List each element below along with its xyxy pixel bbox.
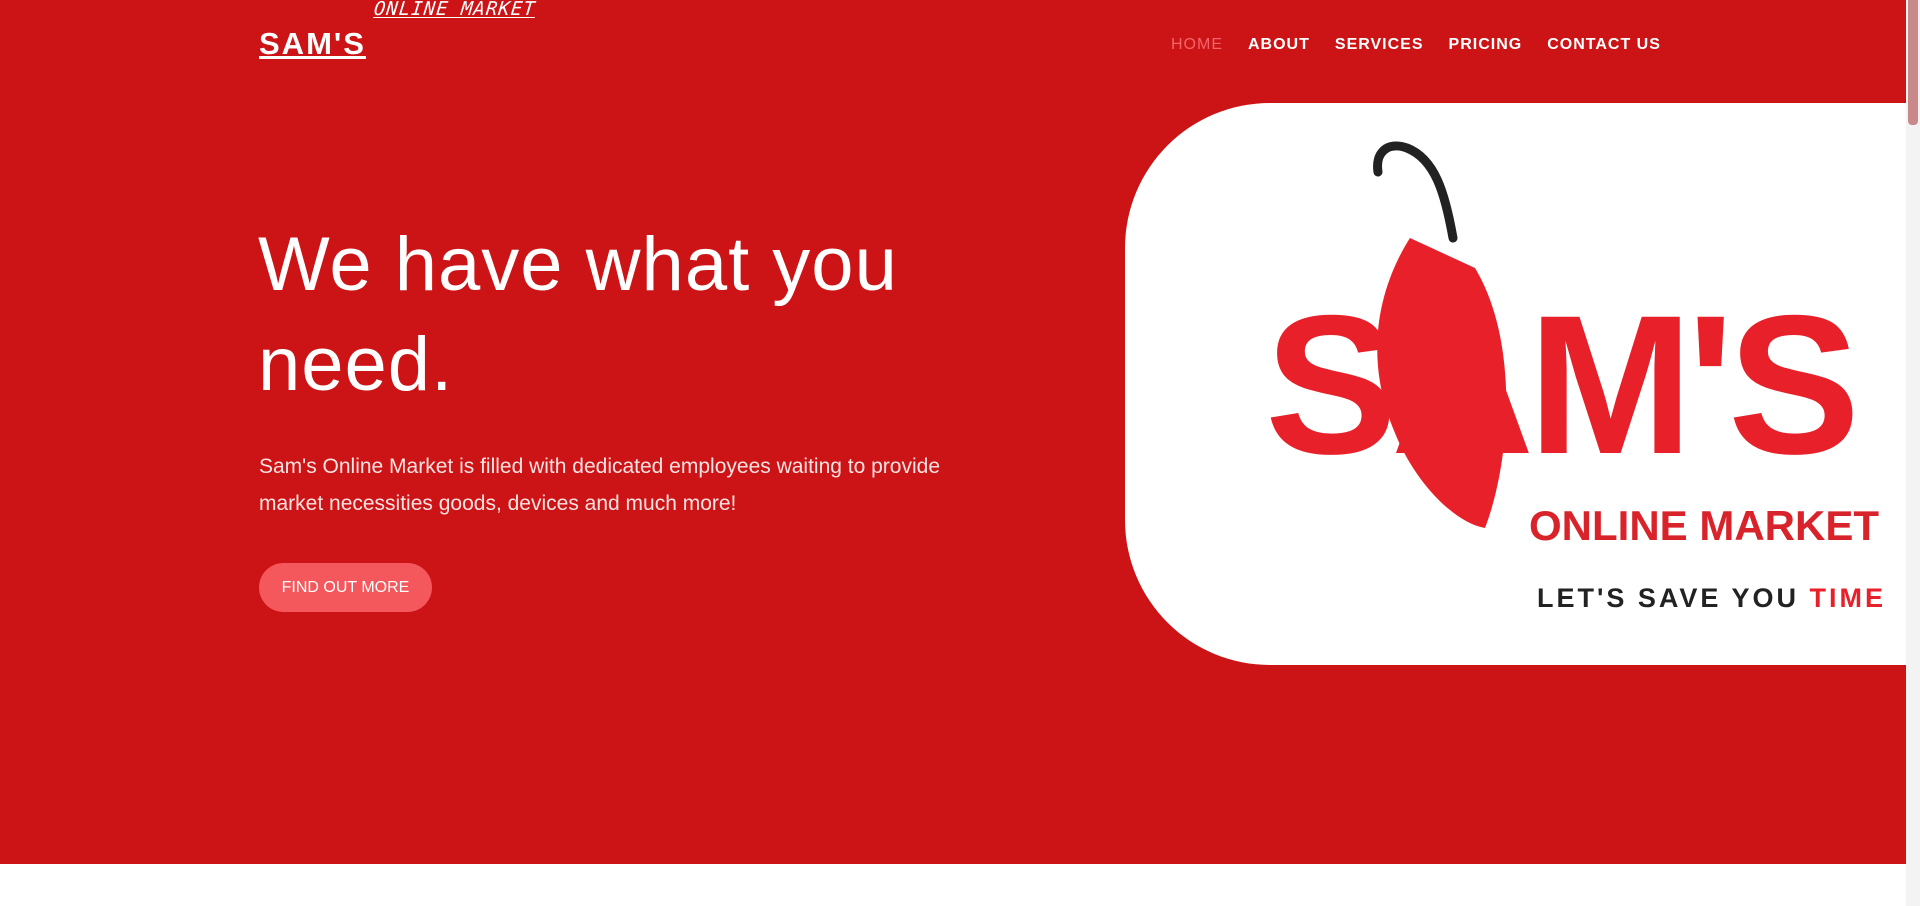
logo-letters: SAM'S [1265,274,1854,495]
sams-logo-image: SAM'S ONLINE MARKET LET'S SAVE YOU TIME [1265,141,1886,613]
brand-subtitle: ONLINE MARKET [372,0,537,20]
nav-link-home[interactable]: HOME [1171,36,1223,53]
logo-tagline: LET'S SAVE YOU TIME [1537,583,1886,613]
brand-logo-text[interactable]: SAM'S [259,26,366,62]
nav-item-pricing: PRICING [1449,36,1523,54]
logo-tagline-dark: LET'S SAVE YOU [1537,583,1809,613]
nav-link-about[interactable]: ABOUT [1248,36,1310,53]
hero-headline: We have what you need. [258,222,898,407]
logo-card: SAM'S ONLINE MARKET LET'S SAVE YOU TIME [1125,103,1906,665]
hero-section: SAM'S ONLINE MARKET HOME ABOUT SERVICES … [0,0,1906,864]
nav-link-services[interactable]: SERVICES [1335,36,1424,53]
shopping-bag-icon [1373,141,1458,243]
logo-subtitle: ONLINE MARKET [1529,502,1879,549]
logo-tagline-red: TIME [1809,583,1886,613]
scrollbar-thumb[interactable] [1908,0,1918,125]
nav-item-about: ABOUT [1248,36,1310,54]
nav-link-pricing[interactable]: PRICING [1449,36,1523,53]
nav-item-contact: CONTACT US [1547,36,1661,54]
nav-item-services: SERVICES [1335,36,1424,54]
find-out-more-button[interactable]: FIND OUT MORE [259,563,432,612]
hero-lead-text: Sam's Online Market is filled with dedic… [259,455,941,515]
main-nav: HOME ABOUT SERVICES PRICING CONTACT US [1171,36,1661,54]
section-divider [0,864,1906,906]
nav-link-contact[interactable]: CONTACT US [1547,36,1661,53]
nav-item-home: HOME [1171,36,1223,54]
scrollbar-track[interactable] [1906,0,1920,906]
